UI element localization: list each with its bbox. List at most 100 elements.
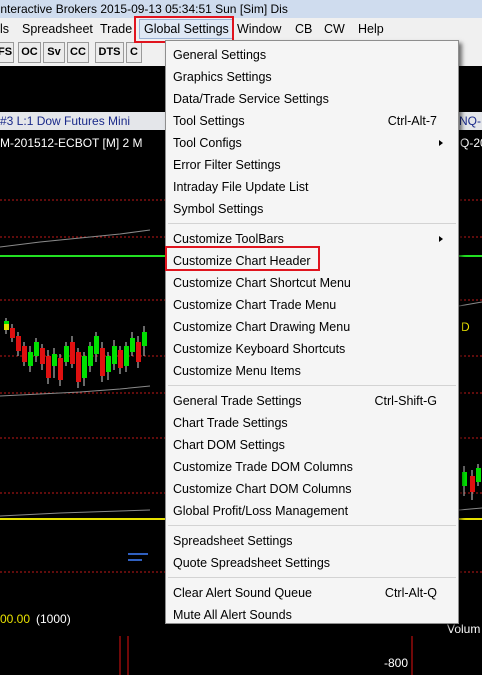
candle-body: [34, 342, 39, 356]
window-title: Interactive Brokers 2015-09-13 05:34:51 …: [0, 2, 288, 16]
menu-item-label: Quote Spreadsheet Settings: [173, 556, 331, 570]
chart-tab-2[interactable]: NQ-: [459, 112, 482, 130]
customize-chart-header-highlight: [165, 246, 320, 271]
menu-item-customize-trade-dom-columns[interactable]: Customize Trade DOM Columns: [168, 456, 456, 478]
menu-item-data-trade-service-settings[interactable]: Data/Trade Service Settings: [168, 88, 456, 110]
menu-item-chart-trade-settings[interactable]: Chart Trade Settings: [168, 412, 456, 434]
menu-item-customize-keyboard-shortcuts[interactable]: Customize Keyboard Shortcuts: [168, 338, 456, 360]
menu-item-mute-all-alert-sounds[interactable]: Mute All Alert Sounds: [168, 604, 456, 626]
menu-item-label: Tool Configs: [173, 136, 242, 150]
menu-item-label: Clear Alert Sound Queue: [173, 586, 312, 600]
menu-spreadsheet[interactable]: Spreadsheet: [22, 21, 93, 37]
menu-cw[interactable]: CW: [324, 21, 345, 37]
candle-body: [28, 352, 33, 366]
menu-separator: [168, 577, 456, 578]
menu-item-label: Mute All Alert Sounds: [173, 608, 292, 622]
toolbar-button-c[interactable]: C: [126, 42, 142, 63]
candle-body: [476, 468, 481, 482]
menu-item-global-profit-loss-management[interactable]: Global Profit/Loss Management: [168, 500, 456, 522]
toolbar-button-dts[interactable]: DTS: [95, 42, 124, 63]
moving-average-line: [0, 385, 151, 397]
candle-body: [462, 472, 467, 486]
menu-separator: [168, 525, 456, 526]
menu-item-shortcut: Ctrl-Shift-G: [374, 394, 438, 408]
window-title-bar: Interactive Brokers 2015-09-13 05:34:51 …: [0, 0, 482, 18]
menu-item-tool-settings[interactable]: Tool Settings Ctrl-Alt-7: [168, 110, 456, 132]
menu-trade[interactable]: Trade: [100, 21, 132, 37]
menu-item-label: Customize Keyboard Shortcuts: [173, 342, 346, 356]
menu-item-tool-configs[interactable]: Tool Configs: [168, 132, 456, 154]
menu-item-label: Intraday File Update List: [173, 180, 309, 194]
chart-tab[interactable]: #3 L:1 Dow Futures Mini: [0, 112, 165, 130]
candle-body: [10, 328, 15, 338]
candle-body: [130, 338, 135, 352]
toolbar-button-fs[interactable]: FS: [0, 42, 14, 63]
toolbar-button-sv[interactable]: Sv: [43, 42, 65, 63]
menu-tools[interactable]: ls: [0, 21, 9, 37]
candle-body: [22, 346, 27, 362]
candle-body: [100, 348, 105, 376]
moving-average-line: [0, 229, 151, 248]
candle-body: [40, 348, 45, 364]
menu-item-label: Global Profit/Loss Management: [173, 504, 349, 518]
menu-item-intraday-file-update-list[interactable]: Intraday File Update List: [168, 176, 456, 198]
menu-item-customize-chart-drawing-menu[interactable]: Customize Chart Drawing Menu: [168, 316, 456, 338]
submenu-arrow-icon: [439, 236, 443, 242]
candle-body: [106, 356, 111, 372]
menu-item-quote-spreadsheet-settings[interactable]: Quote Spreadsheet Settings: [168, 552, 456, 574]
menu-item-general-settings[interactable]: General Settings: [168, 44, 456, 66]
menu-bar: ls Spreadsheet Trade Global Settings Win…: [0, 18, 482, 41]
menu-item-label: Customize Chart Shortcut Menu: [173, 276, 351, 290]
menu-item-label: Customize Menu Items: [173, 364, 301, 378]
candle-body: [124, 346, 129, 366]
menu-help[interactable]: Help: [358, 21, 384, 37]
menu-item-label: Symbol Settings: [173, 202, 264, 216]
candle-body: [64, 346, 69, 362]
chart-tab-2-label: NQ-: [459, 114, 481, 128]
menu-separator: [168, 385, 456, 386]
menu-item-label: Data/Trade Service Settings: [173, 92, 329, 106]
menu-item-customize-chart-dom-columns[interactable]: Customize Chart DOM Columns: [168, 478, 456, 500]
candle-body: [142, 332, 147, 346]
candle-body: [112, 346, 117, 364]
moving-average-line: [0, 509, 151, 517]
axis-label: -800: [384, 656, 409, 670]
volume-marker: [128, 553, 148, 555]
menu-item-label: Customize Chart Trade Menu: [173, 298, 337, 312]
menu-item-label: Tool Settings: [173, 114, 245, 128]
menu-item-clear-alert-sound-queue[interactable]: Clear Alert Sound Queue Ctrl-Alt-Q: [168, 582, 456, 604]
menu-item-graphics-settings[interactable]: Graphics Settings: [168, 66, 456, 88]
menu-item-spreadsheet-settings[interactable]: Spreadsheet Settings: [168, 530, 456, 552]
menu-item-customize-menu-items[interactable]: Customize Menu Items: [168, 360, 456, 382]
menu-item-label: Customize Trade DOM Columns: [173, 460, 353, 474]
menu-item-customize-chart-shortcut-menu[interactable]: Customize Chart Shortcut Menu: [168, 272, 456, 294]
menu-separator: [168, 223, 456, 224]
candle-body: [46, 356, 51, 378]
moving-average-line: [458, 301, 482, 307]
candle-body: [52, 354, 57, 366]
menu-item-symbol-settings[interactable]: Symbol Settings: [168, 198, 456, 220]
menu-item-chart-dom-settings[interactable]: Chart DOM Settings: [168, 434, 456, 456]
candle-body: [70, 342, 75, 364]
bottom-count: (1000): [36, 612, 71, 626]
menu-item-general-trade-settings[interactable]: General Trade Settings Ctrl-Shift-G: [168, 390, 456, 412]
menu-item-label: Error Filter Settings: [173, 158, 281, 172]
menu-cb[interactable]: CB: [295, 21, 312, 37]
price-level-label: D: [461, 320, 470, 334]
candle-body: [118, 350, 123, 368]
global-settings-dropdown: General Settings Graphics Settings Data/Tr…: [165, 40, 459, 624]
submenu-arrow-icon: [439, 140, 443, 146]
candle-body: [82, 356, 87, 378]
menu-item-label: General Settings: [173, 48, 267, 62]
menu-item-shortcut: Ctrl-Alt-7: [387, 114, 437, 128]
toolbar-button-oc[interactable]: OC: [18, 42, 41, 63]
chart-header-right: Q-20: [460, 136, 482, 150]
bottom-value: 00.00: [0, 612, 31, 626]
moving-average-line: [458, 507, 482, 511]
candle-body: [16, 336, 21, 351]
menu-item-error-filter-settings[interactable]: Error Filter Settings: [168, 154, 456, 176]
menu-window[interactable]: Window: [237, 21, 281, 37]
menu-item-customize-chart-trade-menu[interactable]: Customize Chart Trade Menu: [168, 294, 456, 316]
toolbar-button-cc[interactable]: CC: [67, 42, 89, 63]
menu-item-label: Customize Chart Drawing Menu: [173, 320, 351, 334]
